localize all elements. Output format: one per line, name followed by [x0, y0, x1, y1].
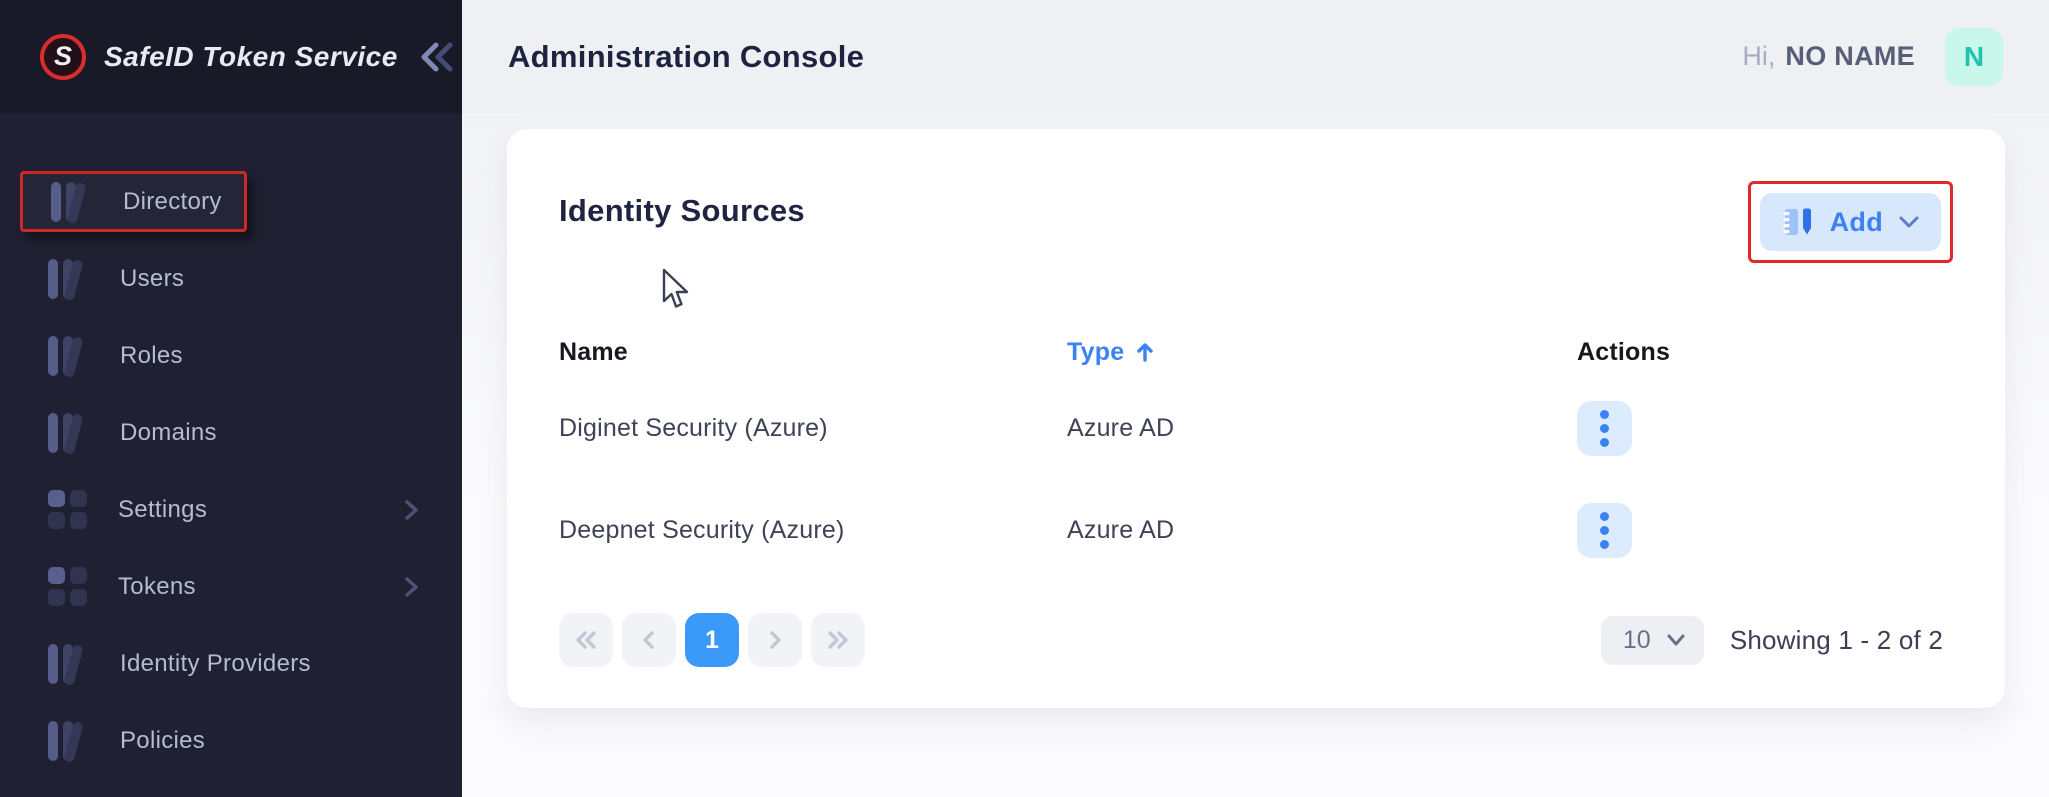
row-actions-menu-button[interactable]: [1577, 401, 1632, 456]
card-header: Identity Sources Add: [559, 181, 1953, 261]
row-actions-menu-button[interactable]: [1577, 503, 1632, 558]
page-size-value: 10: [1623, 626, 1651, 655]
kebab-icon: [1600, 410, 1609, 419]
pager: 1: [559, 613, 865, 667]
sidebar-item-label: Tokens: [118, 573, 196, 601]
sort-ascending-icon: [1136, 342, 1154, 362]
greeting-prefix: Hi,: [1742, 41, 1775, 72]
card-title: Identity Sources: [559, 193, 805, 229]
library-icon: [51, 180, 93, 224]
column-header-type-label: Type: [1067, 338, 1124, 367]
sidebar-item-label: Identity Providers: [120, 650, 311, 678]
grid-icon: [48, 490, 88, 530]
add-button[interactable]: Add: [1760, 193, 1941, 251]
sidebar-item-directory[interactable]: Directory: [20, 171, 247, 232]
kebab-icon: [1600, 512, 1609, 521]
library-icon: [48, 257, 90, 301]
sidebar-item-policies[interactable]: Policies: [0, 702, 462, 779]
user-name: NO NAME: [1785, 41, 1915, 72]
sidebar-item-label: Policies: [120, 727, 205, 755]
sidebar-item-label: Directory: [123, 188, 222, 216]
library-icon: [48, 642, 90, 686]
sidebar-item-label: Settings: [118, 496, 207, 524]
row-type: Azure AD: [1067, 516, 1577, 545]
sidebar: S SafeID Token Service Directory Users R…: [0, 0, 462, 797]
brand-name: SafeID Token Service: [104, 41, 398, 73]
sidebar-item-settings[interactable]: Settings: [0, 471, 462, 548]
row-name: Diginet Security (Azure): [559, 414, 1067, 443]
pagination-bar: 1 10 Showing 1 - 2 of 2: [559, 613, 1953, 667]
library-icon: [48, 411, 90, 455]
sidebar-nav: Directory Users Roles Domains Settings T…: [0, 113, 462, 779]
chevron-right-icon: [400, 497, 422, 523]
add-button-annotation-box: Add: [1748, 181, 1953, 263]
brand-logo-icon: S: [40, 34, 86, 80]
table-header-row: Name Type Actions: [559, 327, 1953, 377]
column-header-type[interactable]: Type: [1067, 338, 1577, 367]
row-type: Azure AD: [1067, 414, 1577, 443]
sidebar-item-roles[interactable]: Roles: [0, 317, 462, 394]
identity-source-icon: [1780, 204, 1816, 240]
sidebar-item-identity-providers[interactable]: Identity Providers: [0, 625, 462, 702]
sidebar-item-domains[interactable]: Domains: [0, 394, 462, 471]
sidebar-item-tokens[interactable]: Tokens: [0, 548, 462, 625]
avatar[interactable]: N: [1945, 28, 2003, 86]
page-number-button[interactable]: 1: [685, 613, 739, 667]
top-bar: Administration Console Hi, NO NAME N: [462, 0, 2049, 113]
sidebar-item-label: Roles: [120, 342, 183, 370]
last-page-button[interactable]: [811, 613, 865, 667]
add-button-label: Add: [1830, 207, 1883, 238]
library-icon: [48, 334, 90, 378]
chevron-right-icon: [400, 574, 422, 600]
page-title: Administration Console: [508, 39, 864, 75]
chevron-down-icon: [1665, 632, 1687, 648]
pagination-summary: Showing 1 - 2 of 2: [1730, 625, 1943, 656]
page-size-select[interactable]: 10: [1601, 616, 1704, 665]
first-page-button[interactable]: [559, 613, 613, 667]
grid-icon: [48, 567, 88, 607]
column-header-name: Name: [559, 338, 1067, 367]
table-row: Diginet Security (Azure) Azure AD: [559, 377, 1953, 479]
sidebar-item-label: Domains: [120, 419, 217, 447]
user-area: Hi, NO NAME N: [1742, 28, 2003, 86]
row-name: Deepnet Security (Azure): [559, 516, 1067, 545]
previous-page-button[interactable]: [622, 613, 676, 667]
chevron-down-icon: [1897, 213, 1921, 231]
sidebar-item-label: Users: [120, 265, 184, 293]
identity-sources-card: Identity Sources Add: [507, 129, 2005, 708]
table-row: Deepnet Security (Azure) Azure AD: [559, 479, 1953, 581]
collapse-sidebar-icon[interactable]: [418, 40, 458, 74]
brand-bar: S SafeID Token Service: [0, 0, 462, 113]
next-page-button[interactable]: [748, 613, 802, 667]
library-icon: [48, 719, 90, 763]
main-content: Identity Sources Add: [462, 113, 2049, 797]
sidebar-item-users[interactable]: Users: [0, 240, 462, 317]
column-header-actions: Actions: [1577, 338, 1953, 367]
